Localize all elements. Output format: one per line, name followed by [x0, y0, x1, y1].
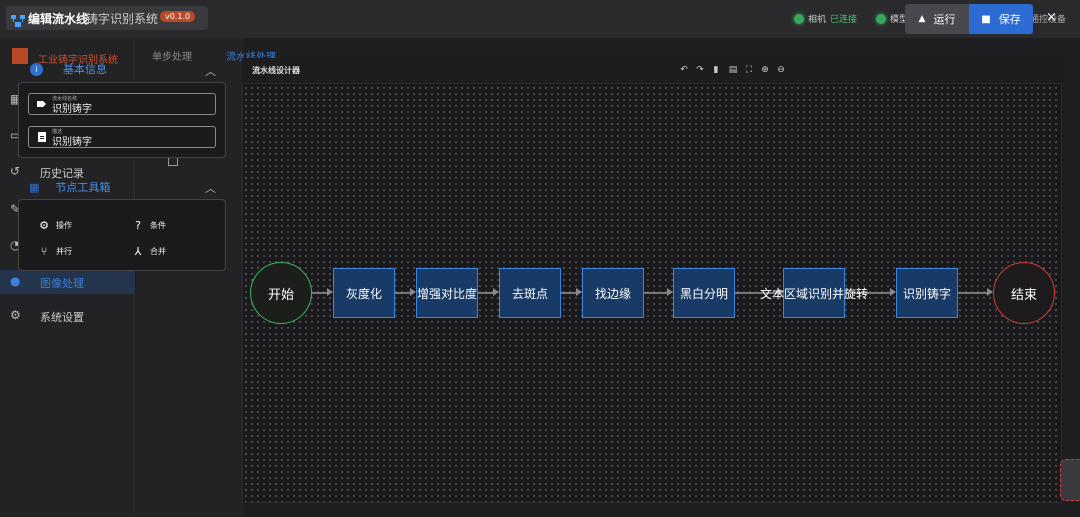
toolbox-popover [18, 199, 226, 271]
history-icon: ↺ [10, 164, 21, 178]
info-icon: i [30, 62, 43, 76]
node-text-region-rotate[interactable]: 文本区域识别并旋转 [760, 268, 868, 318]
dialog-title: 编辑流水线 [28, 12, 89, 26]
play-icon: ▲ [918, 14, 926, 24]
model-status: 模型 [876, 12, 908, 25]
camera-label: 相机 [808, 15, 827, 25]
sidebar-item-settings[interactable]: ⚙ 系统设置 [0, 304, 135, 328]
chevron-up-icon[interactable]: ︿ [205, 63, 216, 79]
toolbox-heading: ▦ 节点工具箱 [29, 179, 110, 195]
question-icon: ? [135, 219, 141, 232]
sidebar-item-label: 图像处理 [40, 277, 84, 290]
basic-info-heading: i 基本信息 [30, 61, 107, 77]
gear-icon: ⚙ [39, 219, 49, 232]
merge-icon: ⅄ [134, 245, 142, 258]
designer-header [242, 58, 1062, 84]
run-button-label: 运行 [933, 13, 956, 26]
grid-icon: ▦ [29, 180, 40, 194]
document-icon [38, 132, 46, 142]
fork-icon: ⑂ [40, 245, 48, 258]
camera-status-dot [794, 13, 804, 24]
pipeline-logo-icon [11, 12, 25, 27]
tool-condition[interactable]: ? 条件 [132, 219, 166, 232]
start-node[interactable]: 开始 [250, 262, 312, 324]
tool-merge[interactable]: ⅄ 合并 [132, 245, 166, 258]
basic-info-section[interactable]: i 基本信息 [30, 61, 107, 77]
tool-operation[interactable]: ⚙ 操作 [38, 219, 72, 232]
delete-icon[interactable]: ▮ [710, 65, 722, 75]
pipeline-name-value: 识别铸字 [52, 104, 92, 115]
edge [958, 292, 990, 294]
camera-status: 相机 已连接 [794, 12, 857, 25]
fit-icon[interactable]: ⛶ [743, 65, 755, 75]
node-find-edges[interactable]: 找边缘 [582, 268, 644, 318]
pipeline-name-field[interactable]: 流水线名称 识别铸字 [28, 93, 216, 115]
copy-icon[interactable]: ▤ [727, 65, 739, 75]
zoom-out-icon[interactable]: ⊖ [775, 65, 787, 75]
model-status-dot [876, 13, 886, 24]
app-title: 铸字识别系统 [86, 12, 159, 26]
gear-icon: ⚙ [10, 308, 21, 322]
node-grayscale[interactable]: 灰度化 [333, 268, 395, 318]
sidebar-item-label: 系统设置 [40, 311, 84, 324]
chevron-up-icon[interactable]: ︿ [205, 180, 216, 196]
description-field[interactable]: 描述 识别铸字 [28, 126, 216, 148]
camera-state: 已连接 [830, 15, 858, 25]
undo-icon[interactable]: ↶ [678, 65, 690, 75]
tool-operation-label: 操作 [56, 221, 72, 230]
toolbox-section[interactable]: ▦ 节点工具箱 [29, 179, 110, 195]
node-binarize[interactable]: 黑白分明 [673, 268, 735, 318]
save-icon: ■ [981, 13, 991, 25]
close-button[interactable]: × [1046, 10, 1057, 25]
basic-info-title: 基本信息 [63, 63, 107, 76]
save-button-label: 保存 [998, 13, 1021, 26]
toolbox-title: 节点工具箱 [55, 181, 111, 194]
tool-condition-label: 条件 [150, 221, 166, 230]
system-logo [12, 48, 28, 64]
save-button[interactable]: ■ 保存 [969, 4, 1033, 34]
floating-action-widget[interactable] [1060, 459, 1080, 501]
version-badge: v0.1.0 [160, 11, 196, 22]
node-recognize-cast-text[interactable]: 识别铸字 [896, 268, 958, 318]
sidebar-item-process[interactable]: ● 图像处理 [0, 270, 135, 294]
run-button[interactable]: ▲ 运行 [905, 4, 969, 34]
description-value: 识别铸字 [52, 137, 92, 148]
tab-single-step[interactable]: 单步处理 [152, 48, 192, 63]
tag-icon [37, 101, 46, 107]
redo-icon[interactable]: ↷ [694, 65, 706, 75]
node-enhance-contrast[interactable]: 增强对比度 [416, 268, 478, 318]
zoom-in-icon[interactable]: ⊕ [759, 65, 771, 75]
tool-parallel[interactable]: ⑂ 并行 [38, 245, 72, 258]
tool-merge-label: 合并 [150, 247, 166, 256]
end-node[interactable]: 结束 [993, 262, 1055, 324]
tool-parallel-label: 并行 [56, 247, 72, 256]
user-icon: ● [10, 274, 21, 288]
node-despeckle[interactable]: 去斑点 [499, 268, 561, 318]
designer-title: 流水线设计器 [252, 66, 300, 75]
